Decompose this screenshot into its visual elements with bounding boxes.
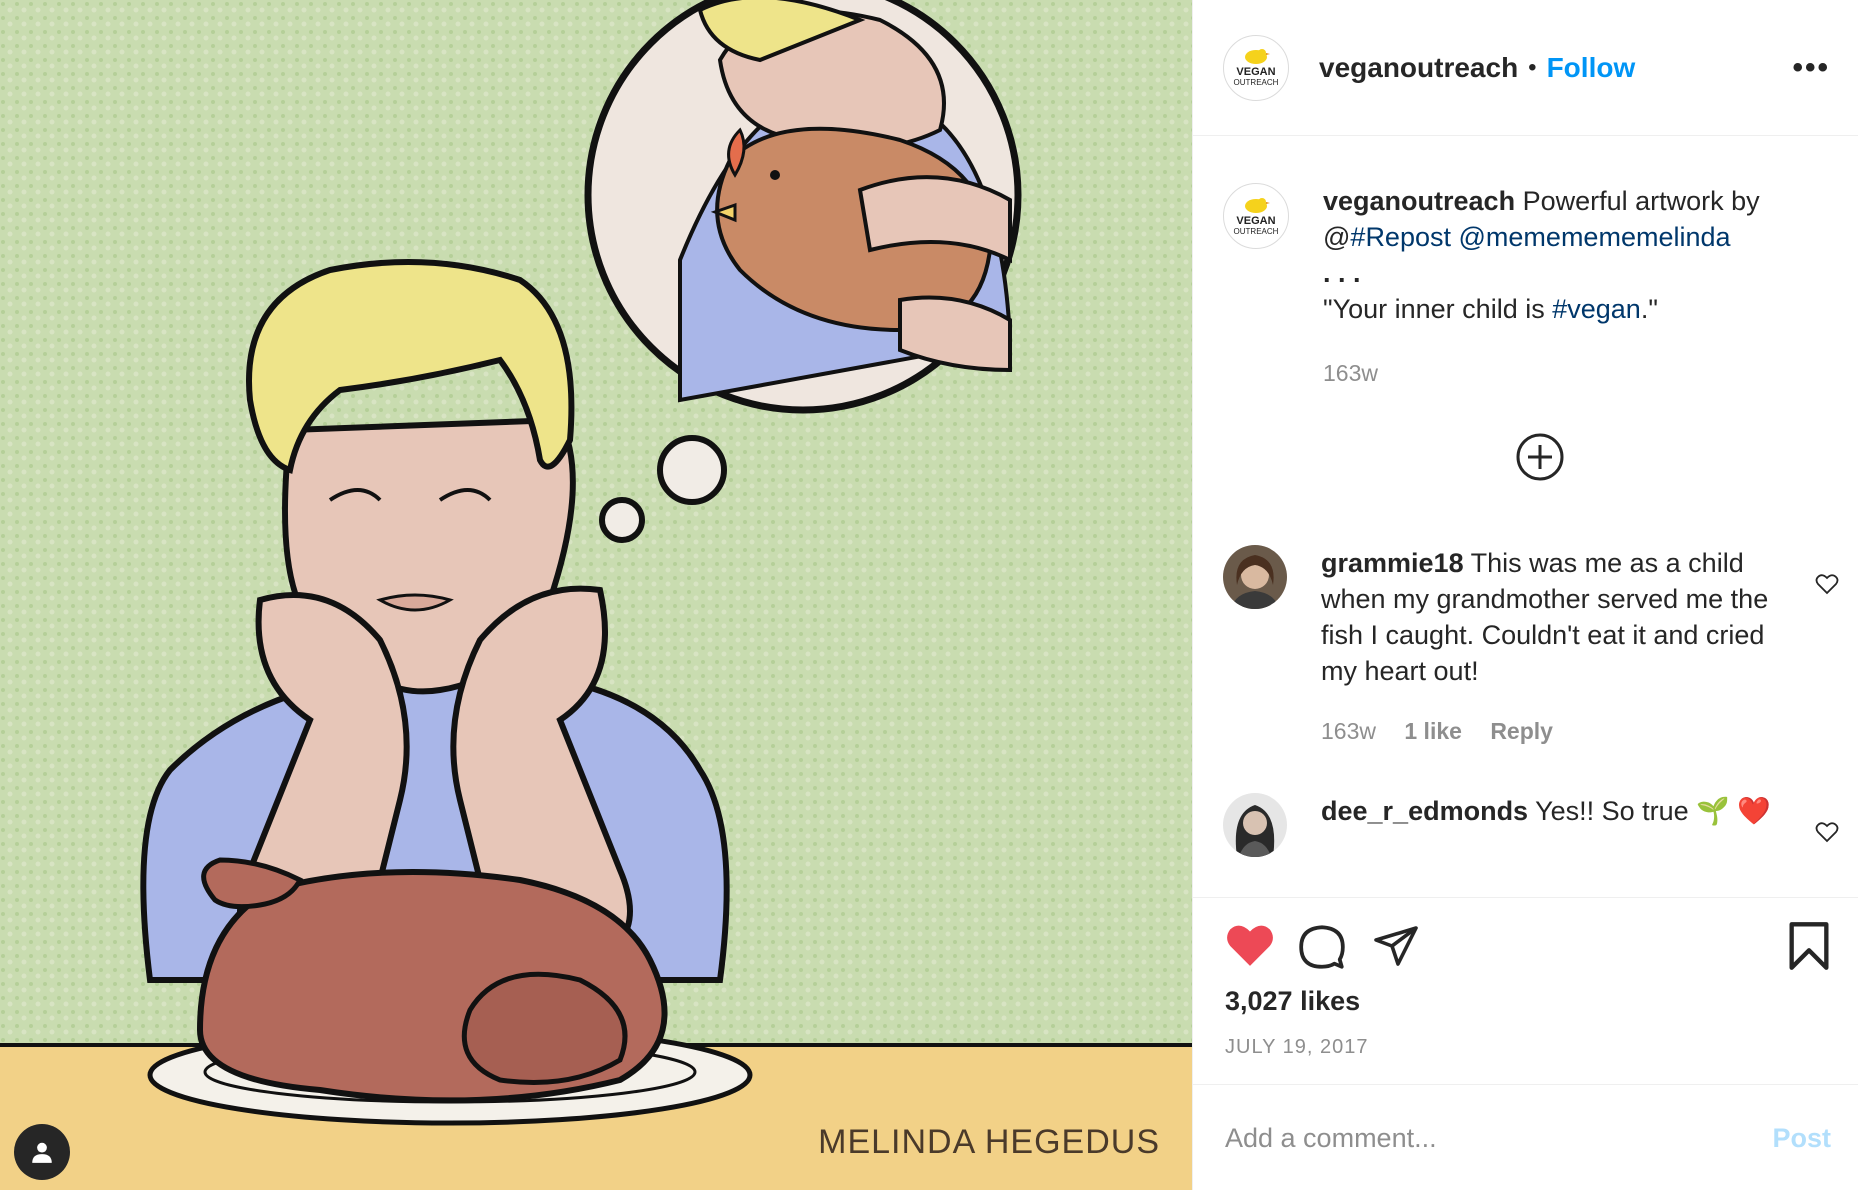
add-comment-bar: Add a comment... Post (1193, 1084, 1858, 1191)
header-username[interactable]: veganoutreach (1319, 52, 1518, 84)
comment-text: Yes!! So true 🌱 ❤️ (1535, 796, 1771, 826)
caption-quote-start: "Your inner child is (1323, 294, 1553, 324)
comments-list: VEGAN OUTREACH veganoutreach Powerful ar… (1193, 137, 1858, 897)
comment-item: dee_r_edmonds Yes!! So true 🌱 ❤️ (1223, 793, 1839, 857)
chick-logo-icon (1244, 197, 1270, 213)
comment-body: dee_r_edmonds Yes!! So true 🌱 ❤️ (1321, 793, 1781, 857)
likes-count[interactable]: 3,027 likes (1225, 986, 1360, 1017)
avatar-text-outreach: OUTREACH (1233, 226, 1279, 236)
post-image[interactable]: MELINDA HEGEDUS (0, 0, 1192, 1190)
vegan-hashtag-link[interactable]: #vegan (1552, 294, 1641, 324)
like-comment-heart-icon[interactable] (1815, 821, 1839, 848)
comment-meta: 163w 1 like Reply (1321, 713, 1781, 749)
share-icon[interactable] (1371, 922, 1421, 975)
caption-avatar[interactable]: VEGAN OUTREACH (1223, 183, 1289, 249)
commenter-avatar[interactable] (1223, 545, 1287, 609)
plus-circle-icon (1516, 433, 1564, 481)
post-header: VEGAN OUTREACH veganoutreach • Follow ••… (1193, 0, 1858, 136)
post-details-panel: VEGAN OUTREACH veganoutreach • Follow ••… (1192, 0, 1858, 1190)
caption-quote-end: ." (1640, 294, 1658, 324)
reply-button[interactable]: Reply (1490, 718, 1553, 744)
mention-link[interactable]: @mememememelinda (1459, 222, 1731, 252)
comment-username[interactable]: grammie18 (1321, 548, 1464, 578)
comment-username[interactable]: dee_r_edmonds (1321, 796, 1528, 826)
avatar-text-vegan: VEGAN (1236, 66, 1276, 78)
caption: VEGAN OUTREACH veganoutreach Powerful ar… (1223, 183, 1839, 391)
caption-body: veganoutreach Powerful artwork by @#Repo… (1323, 183, 1823, 391)
follow-button[interactable]: Follow (1547, 52, 1636, 84)
comment-likes[interactable]: 1 like (1404, 718, 1462, 744)
caption-text: Powerful artwork by (1522, 186, 1760, 216)
caption-at: @ (1323, 222, 1351, 252)
comment-input[interactable]: Add a comment... (1225, 1123, 1437, 1154)
post-actions: 3,027 likes JULY 19, 2017 (1193, 897, 1858, 1085)
liked-heart-icon[interactable] (1225, 922, 1275, 973)
comment-icon[interactable] (1297, 922, 1347, 977)
chick-logo-icon (1244, 49, 1270, 64)
more-options-icon[interactable]: ••• (1792, 51, 1830, 85)
comment-body: grammie18 This was me as a child when my… (1321, 545, 1781, 749)
comment-time[interactable]: 163w (1321, 718, 1376, 744)
account-avatar[interactable]: VEGAN OUTREACH (1223, 34, 1289, 101)
artwork-illustration (0, 0, 1192, 1190)
post-comment-button[interactable]: Post (1772, 1123, 1831, 1154)
tagged-users-icon[interactable] (14, 1124, 70, 1180)
avatar-text-vegan: VEGAN (1236, 214, 1276, 227)
action-icons-row (1225, 920, 1831, 972)
repost-hashtag-link[interactable]: #Repost (1350, 222, 1451, 252)
caption-time[interactable]: 163w (1323, 360, 1378, 386)
like-comment-heart-icon[interactable] (1815, 573, 1839, 600)
caption-meta: 163w (1323, 355, 1823, 391)
caption-dots: . . . (1323, 258, 1361, 288)
header-separator: • (1528, 53, 1537, 81)
artist-credit: MELINDA HEGEDUS (818, 1123, 1160, 1161)
commenter-avatar[interactable] (1223, 793, 1287, 857)
load-more-comments-button[interactable] (1515, 432, 1565, 487)
post-date[interactable]: JULY 19, 2017 (1225, 1036, 1368, 1059)
comment-item: grammie18 This was me as a child when my… (1223, 545, 1839, 749)
avatar-text-outreach: OUTREACH (1233, 78, 1279, 87)
save-bookmark-icon[interactable] (1787, 920, 1831, 977)
caption-username[interactable]: veganoutreach (1323, 186, 1515, 216)
